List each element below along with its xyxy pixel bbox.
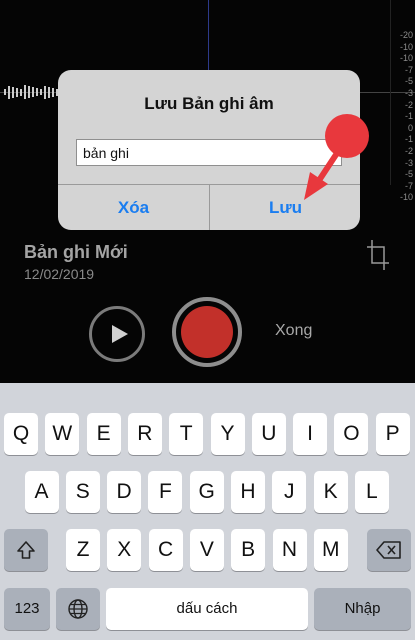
backspace-key[interactable] (367, 529, 411, 571)
trim-icon[interactable] (367, 240, 389, 270)
done-button[interactable]: Xong (275, 322, 312, 340)
space-key[interactable]: dấu cách (106, 588, 308, 630)
key-o[interactable]: O (334, 413, 369, 455)
waveform-bar (40, 89, 42, 95)
waveform-bar (16, 87, 18, 97)
decibel-tick: -10 (399, 53, 413, 64)
waveform-bar (20, 88, 22, 96)
numbers-key[interactable]: 123 (4, 588, 50, 630)
key-s[interactable]: S (65, 471, 100, 513)
record-icon (181, 306, 233, 358)
return-key[interactable]: Nhập (314, 588, 411, 630)
waveform-bar (44, 85, 46, 99)
waveform-bar (4, 89, 6, 95)
key-c[interactable]: C (148, 529, 183, 571)
key-q[interactable]: Q (4, 413, 38, 455)
decibel-tick: -1 (404, 111, 413, 122)
decibel-tick: -3 (404, 157, 413, 168)
decibel-tick: -10 (399, 192, 413, 203)
pointer-arrow-icon (304, 114, 369, 200)
key-a[interactable]: A (24, 471, 59, 513)
decibel-tick: -5 (404, 76, 413, 87)
key-g[interactable]: G (189, 471, 224, 513)
key-n[interactable]: N (272, 529, 307, 571)
key-d[interactable]: D (107, 471, 142, 513)
recording-date: 12/02/2019 (24, 266, 95, 282)
waveform-bar (8, 85, 10, 99)
play-button[interactable] (89, 306, 145, 362)
decibel-tick: -5 (404, 169, 413, 180)
decibel-tick: -2 (404, 99, 413, 110)
key-k[interactable]: K (313, 471, 348, 513)
decibel-tick: -2 (404, 145, 413, 156)
waveform-bar (52, 87, 54, 97)
delete-button[interactable]: Xóa (58, 185, 209, 230)
key-z[interactable]: Z (66, 529, 100, 571)
key-y[interactable]: Y (210, 413, 245, 455)
globe-icon (68, 599, 88, 619)
keyboard: Q W E R T Y U I O P A S D F G H J K L Z X C V B N M 123 dấu cách Nhậ… (0, 383, 415, 640)
key-i[interactable]: I (293, 413, 328, 455)
decibel-tick: 0 (407, 122, 413, 133)
key-b[interactable]: B (231, 529, 266, 571)
decibel-tick: -7 (404, 180, 413, 191)
key-w[interactable]: W (45, 413, 80, 455)
globe-key[interactable] (56, 588, 100, 630)
decibel-scale: -20 -10 -10 -7 -5 -3 -2 -1 0 -1 -2 -3 -5 -7 -10 (391, 30, 413, 204)
decibel-tick: -1 (404, 134, 413, 145)
waveform-bar (36, 88, 38, 96)
backspace-icon (376, 541, 401, 559)
key-u[interactable]: U (251, 413, 286, 455)
decibel-tick: -7 (404, 64, 413, 75)
key-f[interactable]: F (148, 471, 183, 513)
waveform-bar (24, 85, 26, 99)
shift-icon (17, 541, 35, 559)
key-j[interactable]: J (272, 471, 307, 513)
record-button[interactable] (172, 297, 242, 367)
key-l[interactable]: L (354, 471, 389, 513)
waveform-bar (32, 87, 34, 97)
key-e[interactable]: E (86, 413, 121, 455)
waveform (4, 82, 66, 102)
key-h[interactable]: H (231, 471, 265, 513)
waveform-bar (48, 86, 50, 98)
waveform-bar (12, 86, 14, 98)
play-icon (112, 325, 128, 343)
key-r[interactable]: R (127, 413, 162, 455)
shift-key[interactable] (4, 529, 48, 571)
dialog-title: Lưu Bản ghi âm (144, 94, 274, 113)
key-x[interactable]: X (107, 529, 142, 571)
decibel-tick: -10 (399, 41, 413, 52)
waveform-bar (28, 86, 30, 98)
key-m[interactable]: M (313, 529, 348, 571)
recording-title: Bản ghi Mới (24, 242, 128, 262)
key-v[interactable]: V (189, 529, 224, 571)
key-t[interactable]: T (169, 413, 204, 455)
decibel-tick: -3 (404, 87, 413, 98)
key-p[interactable]: P (375, 413, 410, 455)
decibel-tick: -20 (399, 30, 413, 40)
